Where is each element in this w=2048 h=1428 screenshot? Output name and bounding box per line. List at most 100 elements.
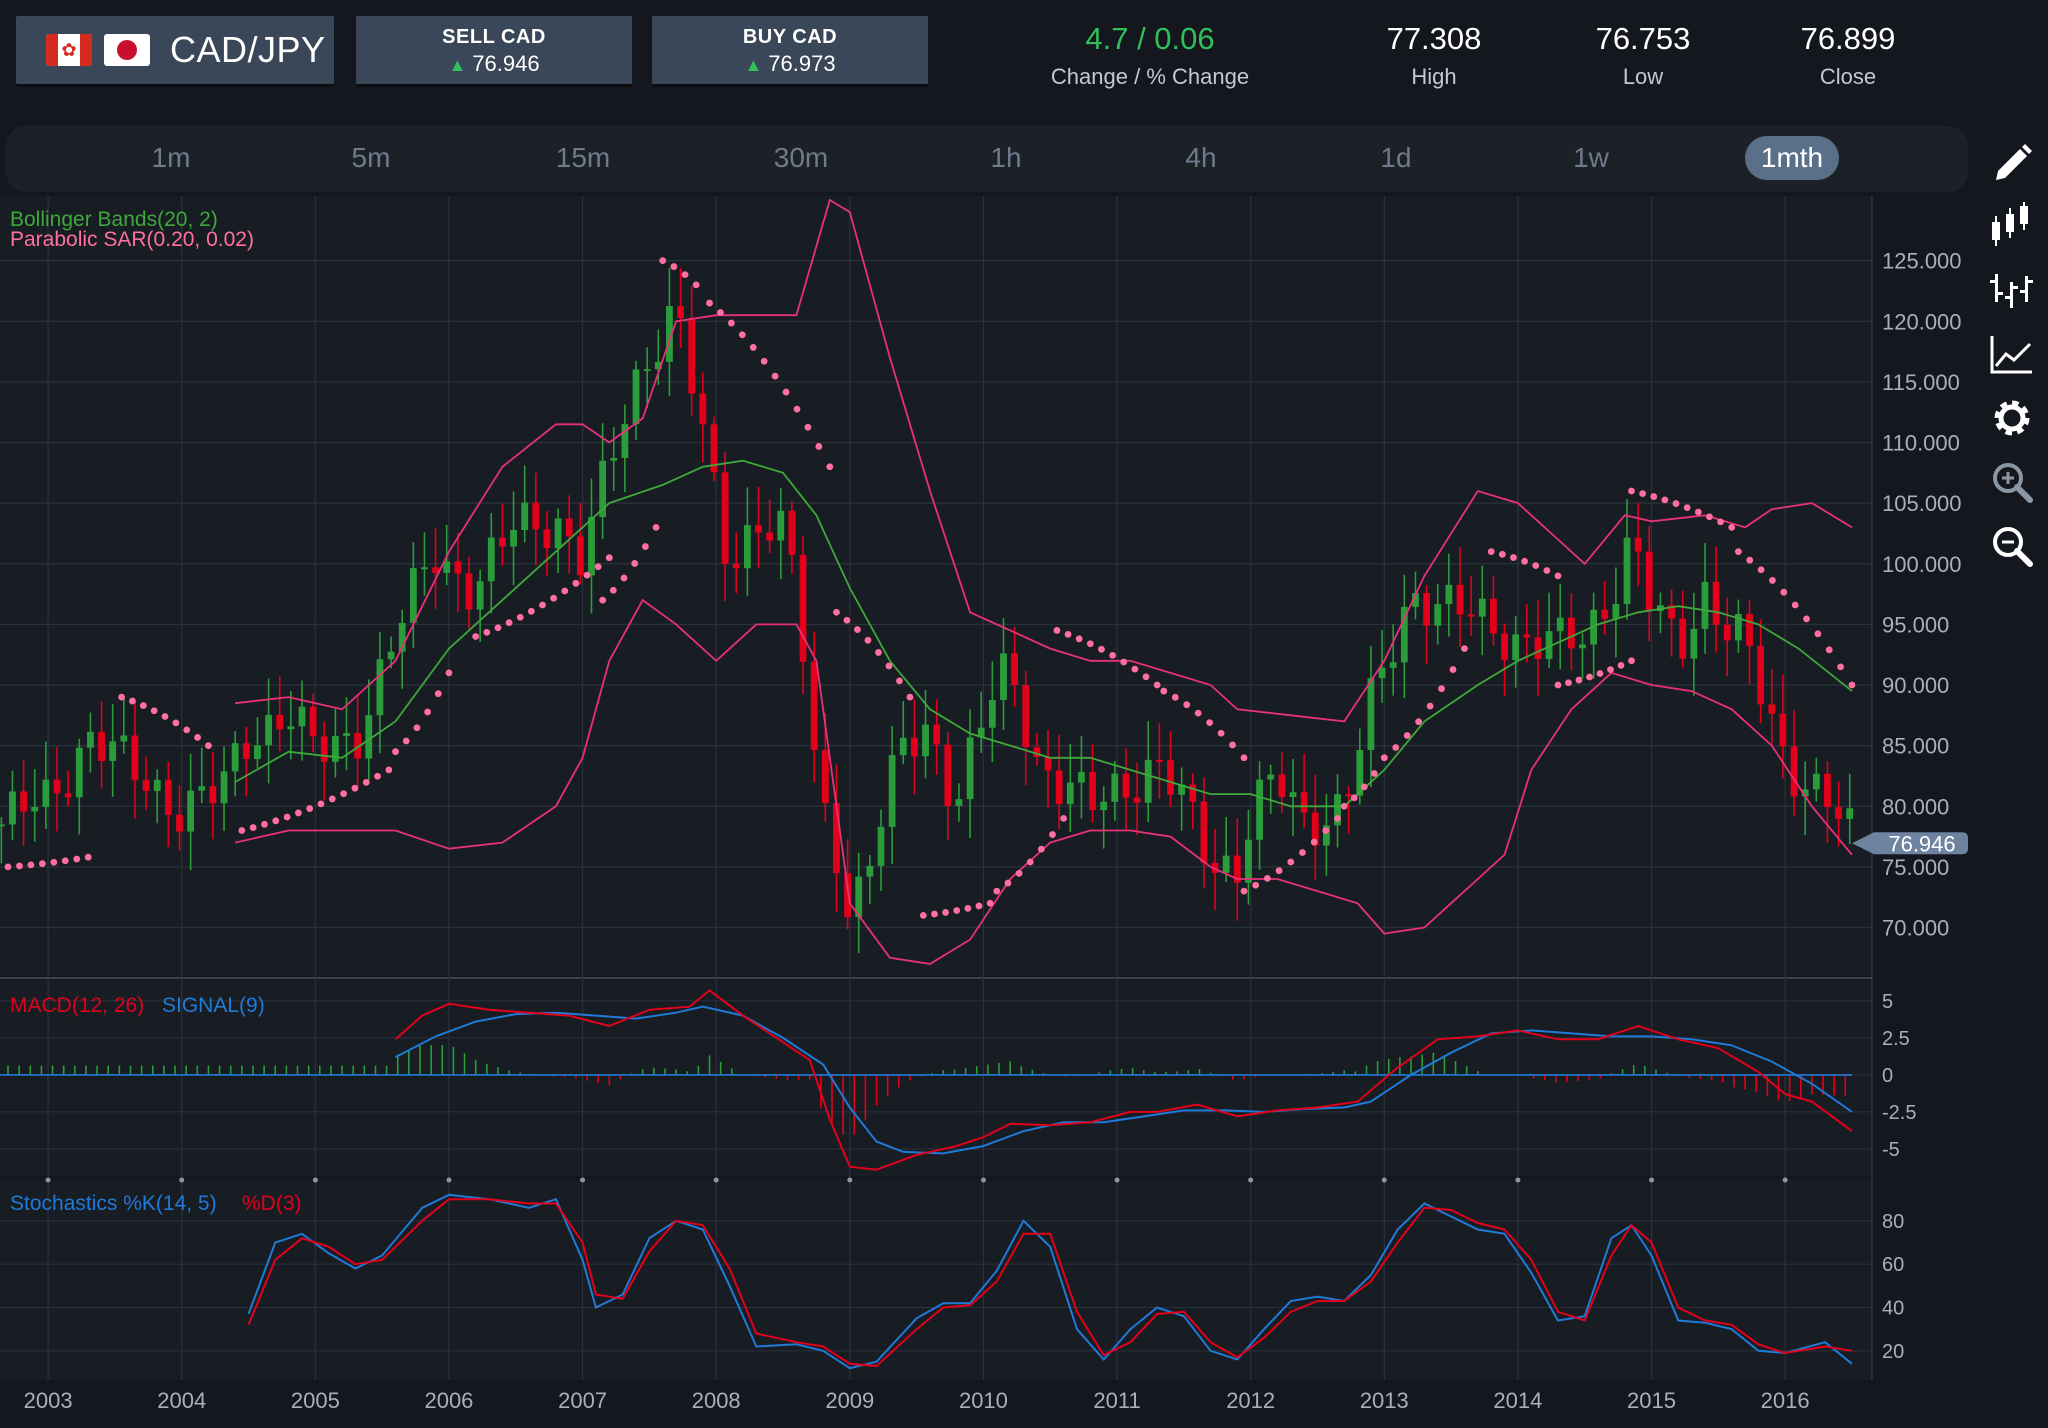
timeframe-1m[interactable]: 1m xyxy=(126,136,216,180)
candle-body xyxy=(966,737,974,800)
candle-body xyxy=(988,699,996,728)
sar-dot xyxy=(527,607,535,615)
pencil-icon[interactable] xyxy=(1988,140,2036,188)
candle-body xyxy=(1478,598,1486,617)
line-chart-icon[interactable] xyxy=(1988,330,2036,378)
sar-dot xyxy=(1194,709,1202,717)
timeframe-1w[interactable]: 1w xyxy=(1546,136,1636,180)
x-tick-label: 2015 xyxy=(1627,1388,1676,1413)
sar-dot xyxy=(1628,487,1635,495)
sar-dot xyxy=(1694,508,1702,516)
candlestick-icon[interactable] xyxy=(1988,202,2036,250)
sar-dot xyxy=(833,608,840,616)
sar-dot xyxy=(294,809,302,817)
sar-dot xyxy=(1131,665,1139,673)
candle-body xyxy=(164,779,172,815)
sar-dot xyxy=(605,554,613,562)
zoom-in-icon[interactable] xyxy=(1988,458,2036,506)
canada-flag-icon: ✿ xyxy=(46,34,92,66)
x-tick-label: 2012 xyxy=(1226,1388,1275,1413)
sar-dot xyxy=(1650,493,1658,500)
sar-dot xyxy=(1543,567,1551,574)
timeframe-1d[interactable]: 1d xyxy=(1351,136,1441,180)
grid-dot xyxy=(1114,1177,1120,1183)
timeframe-5m[interactable]: 5m xyxy=(326,136,416,180)
candle-body xyxy=(1645,551,1653,612)
ohlc-bars-icon[interactable] xyxy=(1988,266,2036,314)
y-tick-label: 90.000 xyxy=(1882,673,1949,698)
sar-dot xyxy=(306,805,314,812)
sar-dot xyxy=(986,899,994,907)
y-tick-label: 110.000 xyxy=(1882,431,1960,456)
sell-button[interactable]: SELL CAD ▲ 76.946 xyxy=(356,16,632,84)
sar-dot xyxy=(1639,490,1647,498)
sar-dot xyxy=(1565,679,1572,687)
zoom-out-icon[interactable] xyxy=(1988,522,2036,570)
candle-body xyxy=(1278,774,1286,797)
sar-dot xyxy=(953,907,961,914)
y-tick-label: 85.000 xyxy=(1882,734,1949,759)
timeframe-1mth[interactable]: 1mth xyxy=(1745,136,1839,180)
candle-body xyxy=(677,306,684,318)
timeframe-1h[interactable]: 1h xyxy=(961,136,1051,180)
sar-dot xyxy=(609,586,617,594)
candle-body xyxy=(376,659,384,716)
macd-legend: MACD(12, 26) xyxy=(10,994,144,1017)
candle-body xyxy=(576,536,584,576)
sar-dot xyxy=(1380,754,1388,762)
y-tick-label: 60 xyxy=(1882,1254,1904,1276)
price-chart[interactable]: 2003 2004 2005 2006 2007 2008 2009 2010 2011 2012… xyxy=(0,196,1970,1428)
timeframe-30m[interactable]: 30m xyxy=(746,136,856,180)
sar-dot xyxy=(194,734,201,741)
candle-body xyxy=(699,393,707,425)
sar-dot xyxy=(1403,732,1411,739)
candle-body xyxy=(1434,604,1442,626)
candle-body xyxy=(955,799,963,806)
sar-dot xyxy=(61,857,69,865)
sar-dot xyxy=(1153,681,1161,689)
y-tick-label: 2.5 xyxy=(1882,1028,1910,1050)
sar-dot xyxy=(670,263,678,270)
sar-dot xyxy=(539,601,546,609)
sar-dot xyxy=(782,388,790,396)
sar-dot xyxy=(1575,676,1583,684)
y-tick-label: 120.000 xyxy=(1882,309,1962,334)
y-tick-label: 75.000 xyxy=(1882,855,1949,880)
sar-dot xyxy=(826,463,834,471)
candle-body xyxy=(1078,772,1085,783)
candle-body xyxy=(721,472,729,564)
sar-dot xyxy=(1617,662,1625,669)
y-tick-label: 95.000 xyxy=(1882,612,1949,637)
sar-dot xyxy=(749,344,757,351)
sar-dot xyxy=(261,820,268,828)
candle-body xyxy=(1267,774,1275,780)
current-price-label: 76.946 xyxy=(1888,831,1955,856)
sar-dot xyxy=(652,523,660,531)
gear-icon[interactable] xyxy=(1988,394,2036,442)
grid-dot xyxy=(713,1177,719,1183)
candle-body xyxy=(1757,645,1765,705)
x-tick-label: 2016 xyxy=(1761,1388,1810,1413)
sar-dot xyxy=(317,800,325,808)
up-triangle-icon: ▲ xyxy=(744,55,763,75)
candle-body xyxy=(409,568,417,623)
candle-body xyxy=(1523,634,1531,638)
sar-dot xyxy=(1275,867,1283,875)
x-tick-label: 2009 xyxy=(825,1388,874,1413)
candle-body xyxy=(1567,617,1575,649)
timeframe-15m[interactable]: 15m xyxy=(533,136,633,180)
buy-button[interactable]: BUY CAD ▲ 76.973 xyxy=(652,16,928,84)
sar-dot xyxy=(1803,615,1810,623)
sar-dot xyxy=(1717,518,1724,526)
timeframe-4h[interactable]: 4h xyxy=(1156,136,1246,180)
candle-body xyxy=(866,865,874,877)
sar-dot xyxy=(620,574,628,582)
sar-dot xyxy=(583,571,591,579)
candle-body xyxy=(1723,624,1731,641)
grid-dot xyxy=(179,1177,185,1183)
sar-dot xyxy=(472,633,480,640)
pair-selector[interactable]: ✿ CAD/JPY xyxy=(16,16,334,84)
sar-dot xyxy=(1487,548,1495,556)
candle-body xyxy=(944,744,952,806)
candle-body xyxy=(109,741,117,761)
